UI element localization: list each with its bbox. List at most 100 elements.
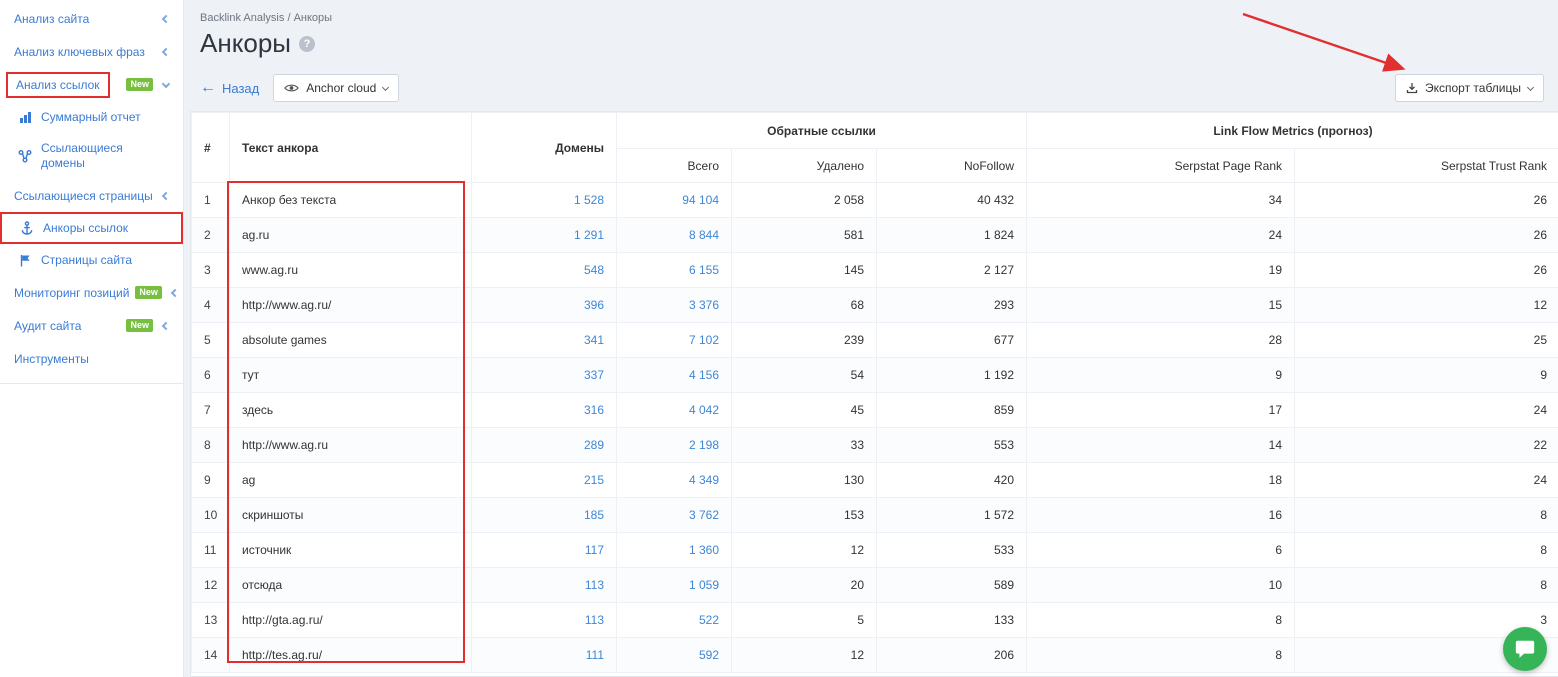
total-backlinks-link[interactable]: 1 360 <box>689 543 719 557</box>
domains-cell[interactable]: 337 <box>472 358 617 393</box>
domains-link[interactable]: 396 <box>584 298 604 312</box>
total-backlinks-link[interactable]: 6 155 <box>689 263 719 277</box>
domains-cell[interactable]: 215 <box>472 463 617 498</box>
sidebar-item-link-analysis[interactable]: Анализ ссылок New <box>0 68 183 101</box>
domains-cell[interactable]: 1 528 <box>472 183 617 218</box>
column-header-nofollow[interactable]: NoFollow <box>877 149 1027 183</box>
domains-link[interactable]: 185 <box>584 508 604 522</box>
domains-link[interactable]: 215 <box>584 473 604 487</box>
nofollow-cell: 420 <box>877 463 1027 498</box>
total-backlinks-link[interactable]: 4 042 <box>689 403 719 417</box>
help-icon[interactable]: ? <box>299 36 315 52</box>
domains-cell[interactable]: 185 <box>472 498 617 533</box>
total-backlinks-link[interactable]: 4 156 <box>689 368 719 382</box>
domains-link[interactable]: 1 291 <box>574 228 604 242</box>
sidebar-item-label: Суммарный отчет <box>41 110 141 125</box>
sidebar-item-tools[interactable]: Инструменты <box>0 342 183 375</box>
column-header-trust-rank[interactable]: Serpstat Trust Rank <box>1295 149 1558 183</box>
total-backlinks-cell[interactable]: 592 <box>617 638 732 673</box>
domains-link[interactable]: 117 <box>585 543 604 557</box>
domains-cell[interactable]: 117 <box>472 533 617 568</box>
domains-link[interactable]: 113 <box>585 613 604 627</box>
sidebar-item-keyword-analysis[interactable]: Анализ ключевых фраз <box>0 35 183 68</box>
total-backlinks-cell[interactable]: 1 360 <box>617 533 732 568</box>
total-backlinks-link[interactable]: 7 102 <box>689 333 719 347</box>
removed-cell: 33 <box>732 428 877 463</box>
row-number-cell: 7 <box>192 393 230 428</box>
sidebar-item-link-anchors[interactable]: Анкоры ссылок <box>0 212 183 244</box>
domains-link[interactable]: 113 <box>585 578 604 592</box>
nofollow-cell: 533 <box>877 533 1027 568</box>
column-header-total[interactable]: Всего <box>617 149 732 183</box>
total-backlinks-link[interactable]: 522 <box>699 613 719 627</box>
domains-cell[interactable]: 396 <box>472 288 617 323</box>
breadcrumb: Backlink Analysis / Анкоры <box>200 12 332 24</box>
sidebar-item-summary-report[interactable]: Суммарный отчет <box>0 101 183 133</box>
domains-cell[interactable]: 548 <box>472 253 617 288</box>
total-backlinks-cell[interactable]: 3 762 <box>617 498 732 533</box>
column-header-domains[interactable]: Домены <box>472 113 617 183</box>
column-header-anchor-text[interactable]: Текст анкора <box>230 113 472 183</box>
breadcrumb-current: Анкоры <box>294 12 333 24</box>
total-backlinks-cell[interactable]: 4 156 <box>617 358 732 393</box>
total-backlinks-cell[interactable]: 3 376 <box>617 288 732 323</box>
network-icon <box>18 149 32 163</box>
page-rank-cell: 28 <box>1027 323 1295 358</box>
domains-cell[interactable]: 1 291 <box>472 218 617 253</box>
total-backlinks-cell[interactable]: 522 <box>617 603 732 638</box>
row-number-cell: 3 <box>192 253 230 288</box>
table-row: 14http://tes.ag.ru/111592122068 <box>192 638 1558 673</box>
domains-cell[interactable]: 289 <box>472 428 617 463</box>
domains-link[interactable]: 289 <box>584 438 604 452</box>
column-header-page-rank[interactable]: Serpstat Page Rank <box>1027 149 1295 183</box>
domains-link[interactable]: 548 <box>584 263 604 277</box>
sidebar-item-referring-pages[interactable]: Ссылающиеся страницы <box>0 179 183 212</box>
total-backlinks-cell[interactable]: 4 349 <box>617 463 732 498</box>
domains-link[interactable]: 337 <box>584 368 604 382</box>
back-button[interactable]: ← Назад <box>200 80 259 96</box>
sidebar-item-rank-monitoring[interactable]: Мониторинг позиций New <box>0 276 183 309</box>
total-backlinks-link[interactable]: 592 <box>699 648 719 662</box>
anchor-text-cell: http://gta.ag.ru/ <box>230 603 472 638</box>
domains-link[interactable]: 316 <box>584 403 604 417</box>
sidebar-item-site-pages[interactable]: Страницы сайта <box>0 244 183 276</box>
domains-cell[interactable]: 113 <box>472 568 617 603</box>
domains-cell[interactable]: 316 <box>472 393 617 428</box>
sidebar-item-site-analysis[interactable]: Анализ сайта <box>0 2 183 35</box>
total-backlinks-link[interactable]: 1 059 <box>689 578 719 592</box>
total-backlinks-link[interactable]: 3 762 <box>689 508 719 522</box>
back-label: Назад <box>222 81 259 96</box>
total-backlinks-cell[interactable]: 94 104 <box>617 183 732 218</box>
total-backlinks-cell[interactable]: 6 155 <box>617 253 732 288</box>
total-backlinks-cell[interactable]: 1 059 <box>617 568 732 603</box>
domains-cell[interactable]: 113 <box>472 603 617 638</box>
domains-cell[interactable]: 111 <box>472 638 617 673</box>
export-table-button[interactable]: Экспорт таблицы <box>1395 74 1544 102</box>
total-backlinks-link[interactable]: 8 844 <box>689 228 719 242</box>
table-row: 2ag.ru1 2918 8445811 8242426 <box>192 218 1558 253</box>
page-rank-cell: 14 <box>1027 428 1295 463</box>
domains-cell[interactable]: 341 <box>472 323 617 358</box>
domains-link[interactable]: 341 <box>584 333 604 347</box>
main-content: Backlink Analysis / Анкоры Анкоры ? ← На… <box>184 0 1558 677</box>
row-number-cell: 5 <box>192 323 230 358</box>
total-backlinks-cell[interactable]: 2 198 <box>617 428 732 463</box>
sidebar-item-site-audit[interactable]: Аудит сайта New <box>0 309 183 342</box>
anchor-cloud-button[interactable]: Anchor cloud <box>273 74 399 102</box>
total-backlinks-link[interactable]: 94 104 <box>682 193 719 207</box>
total-backlinks-link[interactable]: 2 198 <box>689 438 719 452</box>
chat-launcher-button[interactable] <box>1503 627 1547 671</box>
domains-link[interactable]: 1 528 <box>574 193 604 207</box>
column-header-removed[interactable]: Удалено <box>732 149 877 183</box>
nofollow-cell: 553 <box>877 428 1027 463</box>
sidebar-item-referring-domains[interactable]: Ссылающиеся домены <box>0 133 183 179</box>
total-backlinks-cell[interactable]: 4 042 <box>617 393 732 428</box>
table-row: 1Анкор без текста1 52894 1042 05840 4323… <box>192 183 1558 218</box>
sidebar-item-label: Анализ ключевых фраз <box>14 45 145 59</box>
total-backlinks-cell[interactable]: 7 102 <box>617 323 732 358</box>
total-backlinks-link[interactable]: 4 349 <box>689 473 719 487</box>
domains-link[interactable]: 111 <box>586 648 604 662</box>
total-backlinks-cell[interactable]: 8 844 <box>617 218 732 253</box>
total-backlinks-link[interactable]: 3 376 <box>689 298 719 312</box>
breadcrumb-parent-link[interactable]: Backlink Analysis <box>200 12 284 24</box>
